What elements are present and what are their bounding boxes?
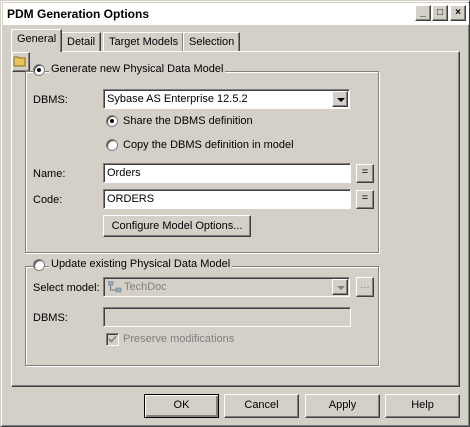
dbms-select[interactable]: Sybase AS Enterprise 12.5.2 (103, 89, 350, 109)
name-equals-button[interactable]: = (356, 164, 374, 183)
help-button[interactable]: Help (385, 394, 460, 418)
tab-selection[interactable]: Selection (183, 32, 241, 52)
generate-new-label[interactable]: Generate new Physical Data Model (49, 63, 226, 75)
window-title: PDM Generation Options (7, 7, 150, 21)
select-model-dropdown-arrow[interactable] (332, 279, 348, 295)
tab-target-models[interactable]: Target Models (103, 32, 185, 52)
apply-button[interactable]: Apply (305, 394, 380, 418)
close-button[interactable]: × (450, 5, 466, 21)
select-model-label: Select model: (33, 282, 100, 294)
preserve-modifications-label[interactable]: Preserve modifications (123, 333, 234, 345)
update-existing-label[interactable]: Update existing Physical Data Model (49, 258, 233, 270)
select-model-dropdown[interactable]: TechDoc (103, 277, 350, 297)
maximize-button[interactable]: □ (432, 5, 448, 21)
update-dbms-field[interactable] (103, 307, 351, 327)
tab-panel-general: Generate new Physical Data Model DBMS: S… (11, 51, 460, 387)
dbms-select-value: Sybase AS Enterprise 12.5.2 (107, 93, 248, 105)
tab-general[interactable]: General (11, 29, 63, 52)
tab-detail[interactable]: Detail (61, 32, 102, 52)
tab-selection-label: Selection (189, 36, 235, 48)
name-input-value: Orders (107, 167, 141, 179)
copy-dbms-radio[interactable] (106, 139, 118, 151)
name-input[interactable]: Orders (103, 163, 351, 183)
code-input-value: ORDERS (107, 193, 155, 205)
ok-button[interactable]: OK (144, 394, 219, 418)
browse-model-button[interactable]: ... (356, 277, 374, 297)
code-label: Code: (33, 194, 63, 206)
cancel-button[interactable]: Cancel (224, 394, 299, 418)
folder-icon (13, 56, 26, 67)
select-model-value: TechDoc (124, 281, 167, 293)
generate-new-radio[interactable] (33, 64, 45, 76)
tab-target-models-label: Target Models (109, 36, 179, 48)
code-equals-button[interactable]: = (356, 190, 374, 209)
title-bar[interactable]: PDM Generation Options _ □ × (3, 3, 469, 25)
dbms-folder-button[interactable] (12, 52, 30, 72)
update-dbms-label: DBMS: (33, 312, 68, 324)
minimize-button[interactable]: _ (415, 5, 431, 21)
model-icon (108, 281, 122, 293)
share-dbms-radio[interactable] (106, 115, 118, 127)
share-dbms-label[interactable]: Share the DBMS definition (123, 115, 253, 127)
checkmark-icon (108, 335, 117, 343)
dialog-window: PDM Generation Options _ □ × General Det… (0, 0, 470, 427)
configure-model-options-button[interactable]: Configure Model Options... (103, 215, 251, 237)
dbms-dropdown-arrow[interactable] (332, 91, 348, 107)
update-existing-radio[interactable] (33, 259, 45, 271)
tab-detail-label: Detail (67, 36, 96, 48)
dbms-label: DBMS: (33, 94, 68, 106)
tab-general-label: General (17, 33, 57, 45)
copy-dbms-label[interactable]: Copy the DBMS definition in model (123, 139, 294, 151)
preserve-modifications-checkbox[interactable] (106, 333, 119, 346)
name-label: Name: (33, 168, 66, 180)
code-input[interactable]: ORDERS (103, 189, 351, 209)
